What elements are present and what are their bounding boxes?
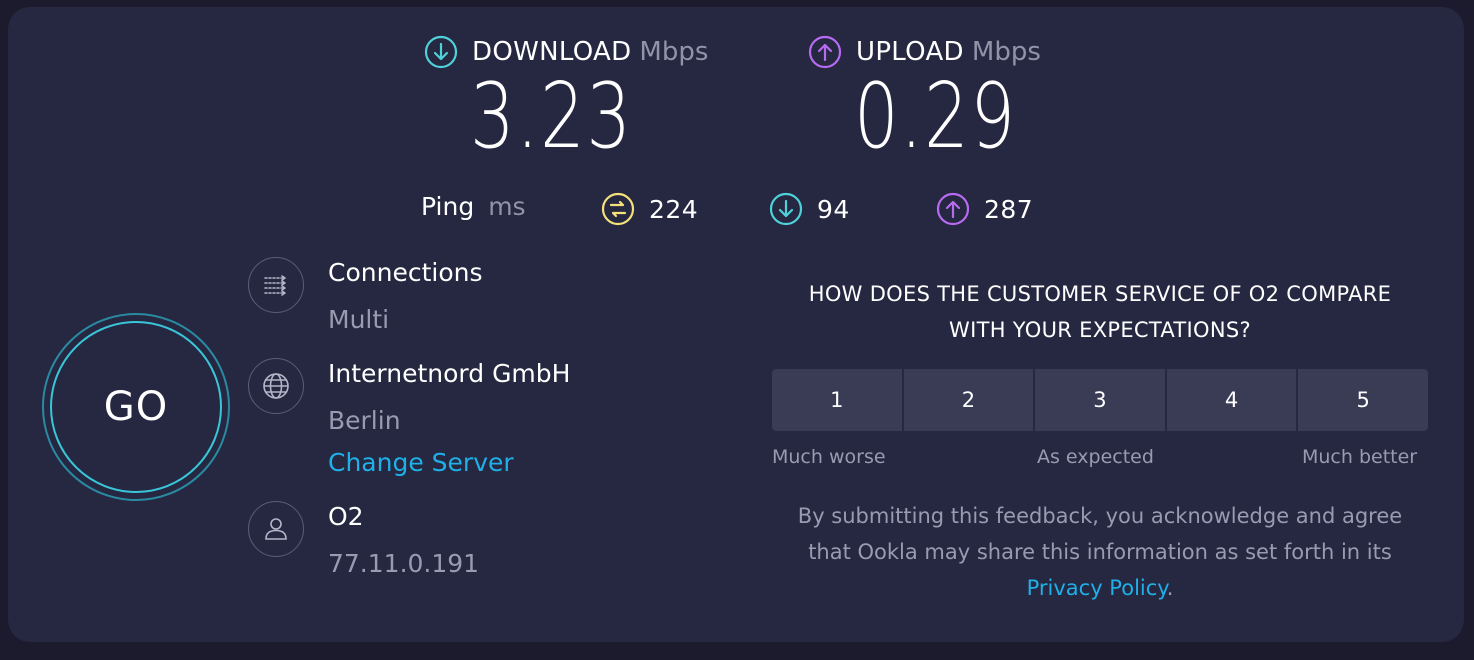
survey-question-line2: WITH YOUR EXPECTATIONS? bbox=[949, 318, 1251, 342]
ping-label: Ping bbox=[421, 192, 475, 221]
arrow-up-circle-icon bbox=[936, 192, 970, 226]
ping-unit: ms bbox=[488, 192, 526, 221]
disclaimer-line3: Privacy Policy. bbox=[760, 570, 1440, 606]
upload-unit: Mbps bbox=[971, 37, 1041, 67]
ping-label-group: Ping ms bbox=[421, 192, 526, 221]
ping-idle: 224 bbox=[601, 192, 698, 226]
upload-value: 0.29 bbox=[854, 64, 1017, 169]
user-icon bbox=[248, 501, 304, 557]
go-label: GO bbox=[103, 384, 169, 430]
rating-scale: 1 2 3 4 5 bbox=[772, 369, 1428, 431]
download-title: DOWNLOAD bbox=[472, 37, 632, 67]
ping-idle-value: 224 bbox=[649, 194, 699, 224]
server-name: Internetnord GmbH bbox=[328, 359, 571, 388]
arrow-down-circle-icon bbox=[769, 192, 803, 226]
server-location: Berlin bbox=[328, 406, 401, 435]
rating-button-4[interactable]: 4 bbox=[1166, 369, 1297, 431]
scale-high-label: Much better bbox=[1302, 446, 1418, 468]
scale-low-label: Much worse bbox=[772, 446, 886, 468]
rating-button-5[interactable]: 5 bbox=[1298, 369, 1428, 431]
change-server-link[interactable]: Change Server bbox=[328, 448, 514, 477]
rating-button-1[interactable]: 1 bbox=[772, 369, 902, 431]
ping-upload-value: 287 bbox=[984, 194, 1034, 224]
ping-download-value: 94 bbox=[817, 194, 850, 224]
ping-download: 94 bbox=[769, 192, 850, 226]
disclaimer-line2: that Ookla may share this information as… bbox=[808, 540, 1392, 564]
provider-ip: 77.11.0.191 bbox=[328, 549, 480, 578]
rating-button-3[interactable]: 3 bbox=[1035, 369, 1165, 431]
go-button-ring: GO bbox=[50, 321, 222, 493]
feedback-disclaimer: By submitting this feedback, you acknowl… bbox=[760, 498, 1440, 606]
go-button[interactable]: GO bbox=[42, 313, 230, 501]
scale-mid-label: As expected bbox=[1037, 446, 1154, 468]
arrow-up-circle-icon bbox=[808, 35, 842, 69]
download-unit: Mbps bbox=[639, 37, 709, 67]
connections-icon bbox=[248, 257, 304, 313]
globe-icon bbox=[248, 358, 304, 414]
disclaimer-line1: By submitting this feedback, you acknowl… bbox=[797, 504, 1403, 528]
privacy-policy-link[interactable]: Privacy Policy bbox=[1027, 576, 1167, 600]
connections-title: Connections bbox=[328, 258, 483, 287]
survey-question: HOW DOES THE CUSTOMER SERVICE OF O2 COMP… bbox=[772, 276, 1428, 348]
idle-latency-icon bbox=[601, 192, 635, 226]
download-value: 3.23 bbox=[470, 64, 633, 169]
provider-name: O2 bbox=[328, 502, 364, 531]
ping-upload: 287 bbox=[936, 192, 1033, 226]
upload-title: UPLOAD bbox=[856, 37, 964, 67]
arrow-down-circle-icon bbox=[424, 35, 458, 69]
rating-button-2[interactable]: 2 bbox=[903, 369, 1034, 431]
survey-question-line1: HOW DOES THE CUSTOMER SERVICE OF O2 COMP… bbox=[808, 282, 1392, 306]
disclaimer-period: . bbox=[1166, 576, 1174, 600]
connections-value[interactable]: Multi bbox=[328, 305, 389, 334]
